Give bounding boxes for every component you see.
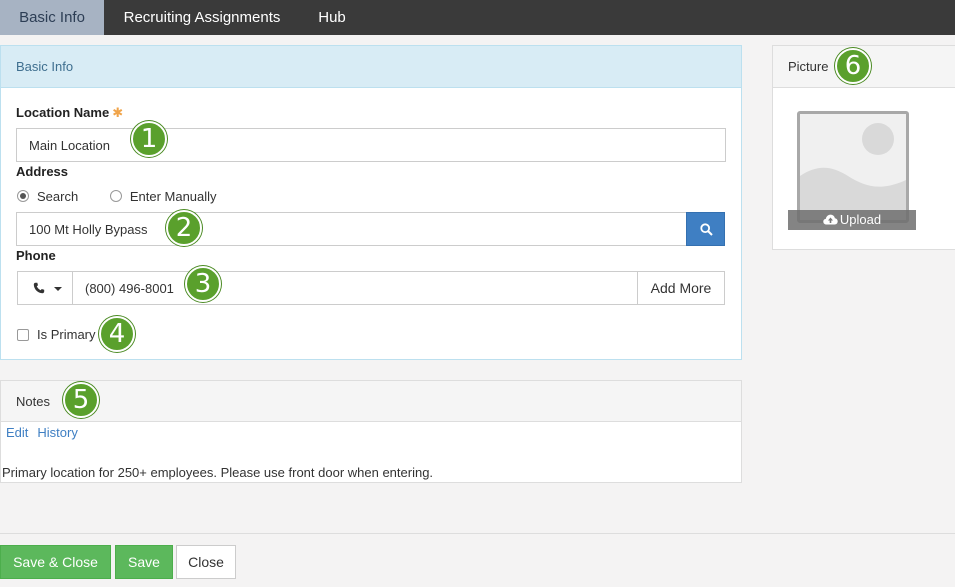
- address-search-input[interactable]: [16, 212, 687, 246]
- phone-label: Phone: [16, 248, 56, 263]
- tab-hub[interactable]: Hub: [300, 0, 364, 35]
- top-nav: Basic Info Recruiting Assignments Hub: [0, 0, 955, 35]
- upload-button[interactable]: Upload: [788, 210, 916, 230]
- step-marker-4: 4: [99, 316, 135, 352]
- add-more-phone-button[interactable]: Add More: [637, 271, 725, 305]
- save-close-button[interactable]: Save & Close: [0, 545, 111, 579]
- upload-label: Upload: [839, 212, 882, 227]
- address-manual-radio[interactable]: [109, 189, 122, 202]
- address-search-button[interactable]: [686, 212, 725, 246]
- basic-info-panel: Basic Info Location Name✱ Address Search…: [0, 45, 742, 360]
- close-button[interactable]: Close: [176, 545, 236, 579]
- tab-basic-info[interactable]: Basic Info: [0, 0, 104, 35]
- location-name-label: Location Name ✱: [16, 105, 124, 120]
- step-marker-5: 5: [63, 382, 99, 418]
- cloud-upload-icon: [823, 214, 838, 225]
- notes-panel: Notes Edit History Primary location for 2…: [0, 380, 742, 483]
- address-mode-group: Search Enter Manually: [17, 187, 245, 205]
- search-icon: [700, 223, 713, 236]
- footer-bar: Save & Close Save Close: [0, 533, 955, 587]
- address-label: Address: [16, 164, 69, 179]
- save-button[interactable]: Save: [115, 545, 173, 579]
- is-primary-label: Is Primary: [37, 327, 96, 342]
- image-placeholder-icon: [800, 114, 906, 220]
- picture-placeholder[interactable]: [797, 111, 909, 223]
- address-manual-label: Enter Manually: [129, 188, 217, 204]
- basic-info-panel-title: Basic Info: [1, 46, 741, 88]
- notes-text: Primary location for 250+ employees. Ple…: [2, 465, 434, 480]
- step-marker-2: 2: [166, 210, 202, 246]
- step-marker-1: 1: [131, 121, 167, 157]
- phone-type-dropdown[interactable]: [17, 271, 73, 305]
- required-indicator: ✱: [112, 105, 124, 120]
- notes-links: Edit History: [6, 425, 87, 440]
- chevron-down-icon: [54, 287, 62, 291]
- step-marker-6: 6: [835, 48, 871, 84]
- notes-edit-link[interactable]: Edit: [6, 425, 28, 440]
- notes-panel-title: Notes: [1, 381, 741, 422]
- phone-input[interactable]: [72, 271, 638, 305]
- address-search-radio[interactable]: [17, 189, 29, 202]
- address-search-label: Search: [37, 188, 79, 204]
- is-primary-checkbox[interactable]: [17, 329, 29, 341]
- phone-icon: [33, 282, 45, 294]
- notes-history-link[interactable]: History: [37, 425, 77, 440]
- step-marker-3: 3: [185, 266, 221, 302]
- tab-recruiting-assignments[interactable]: Recruiting Assignments: [104, 0, 300, 35]
- location-name-input[interactable]: [16, 128, 726, 162]
